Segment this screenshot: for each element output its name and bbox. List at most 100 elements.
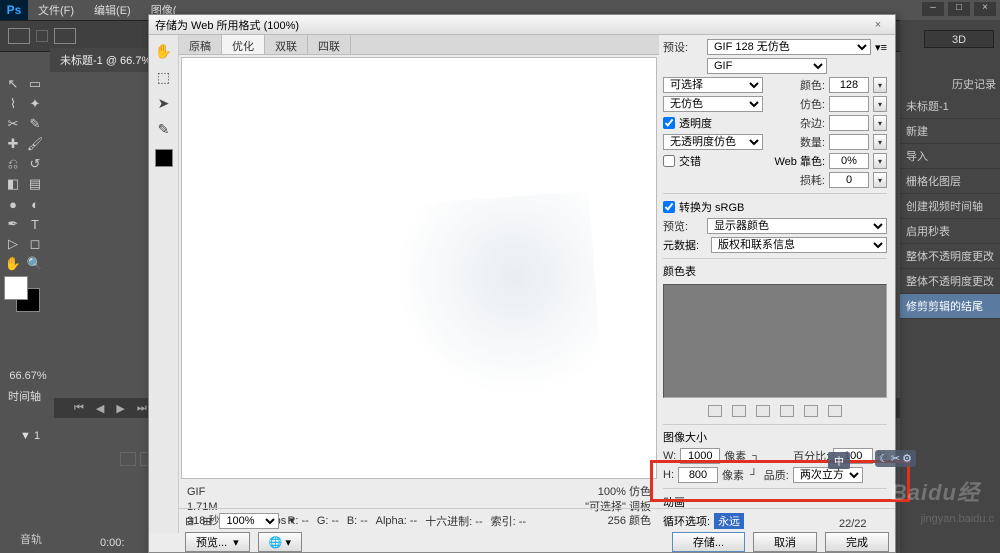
save-button[interactable]: 存储...: [672, 532, 745, 552]
history-item[interactable]: 栅格化图层: [900, 169, 1000, 194]
shape-tool[interactable]: ◻: [24, 234, 46, 254]
color-table[interactable]: [663, 284, 887, 397]
matte-dd-icon[interactable]: ▾: [873, 115, 887, 131]
srgb-checkbox[interactable]: [663, 201, 675, 213]
colors-input[interactable]: [829, 77, 869, 93]
tab-2up[interactable]: 双联: [265, 35, 308, 54]
marquee-tool[interactable]: ▭: [24, 74, 46, 94]
zoom-out-icon[interactable]: ⊟: [185, 515, 194, 528]
colors-stepper-icon[interactable]: ▾: [873, 77, 887, 93]
tl-play-icon[interactable]: ▶: [116, 402, 124, 415]
preset-menu-icon[interactable]: ▾≡: [875, 41, 887, 54]
lasso-tool[interactable]: ⌇: [2, 94, 24, 114]
eyedropper-tool[interactable]: ✎: [24, 114, 46, 134]
scissors-tray-icon[interactable]: ✂: [891, 452, 900, 465]
cancel-button[interactable]: 取消: [753, 532, 817, 552]
metadata-select[interactable]: 版权和联系信息: [711, 237, 887, 253]
tab-original[interactable]: 原稿: [179, 35, 222, 54]
done-button[interactable]: 完成: [825, 532, 889, 552]
websnap-stepper-icon[interactable]: ▾: [873, 153, 887, 169]
history-item-selected[interactable]: 修剪剪辑的结尾: [900, 294, 1000, 319]
dialog-titlebar[interactable]: 存储为 Web 所用格式 (100%) ×: [149, 15, 895, 35]
ct-trash-icon[interactable]: [828, 405, 842, 417]
history-brush-tool[interactable]: ↺: [24, 154, 46, 174]
blur-tool[interactable]: ●: [2, 194, 24, 214]
format-select[interactable]: GIF: [707, 58, 827, 74]
quality-select[interactable]: 两次立方: [793, 467, 863, 483]
history-item[interactable]: 整体不透明度更改: [900, 244, 1000, 269]
lossy-stepper-icon[interactable]: ▾: [873, 172, 887, 188]
menu-file[interactable]: 文件(F): [28, 2, 84, 18]
preset-select[interactable]: GIF 128 无仿色: [707, 39, 871, 55]
ct-icon[interactable]: [756, 405, 770, 417]
amount-stepper-icon[interactable]: ▾: [873, 134, 887, 150]
interlace-checkbox[interactable]: [663, 155, 675, 167]
tl-prev-icon[interactable]: ◀: [96, 402, 104, 415]
close-button[interactable]: ×: [974, 2, 996, 16]
3d-button[interactable]: 3D: [924, 30, 994, 48]
zoom-tool[interactable]: 🔍: [24, 254, 46, 274]
dither-stepper-icon[interactable]: ▾: [873, 96, 887, 112]
history-item[interactable]: 新建: [900, 119, 1000, 144]
move-tool[interactable]: ↖: [2, 74, 24, 94]
zoom-tool-icon[interactable]: ➤: [154, 93, 174, 113]
eraser-tool[interactable]: ◧: [2, 174, 24, 194]
heal-tool[interactable]: ✚: [2, 134, 24, 154]
ct-icon[interactable]: [708, 405, 722, 417]
preview-button[interactable]: 预览...▾: [185, 532, 250, 552]
history-item[interactable]: 导入: [900, 144, 1000, 169]
ct-icon[interactable]: [804, 405, 818, 417]
tool-preset-icon[interactable]: [8, 28, 30, 44]
timeline-frame-item[interactable]: ▼ 1: [20, 430, 40, 442]
zoom-in-icon[interactable]: ⊞: [202, 515, 211, 528]
preview-canvas[interactable]: [181, 57, 657, 479]
ct-icon[interactable]: [732, 405, 746, 417]
browser-preview-icon[interactable]: 🌐 ▾: [258, 532, 302, 552]
wand-tool[interactable]: ✦: [24, 94, 46, 114]
maximize-button[interactable]: □: [948, 2, 970, 16]
history-item[interactable]: 未标题-1: [900, 94, 1000, 119]
websnap-input[interactable]: [829, 153, 869, 169]
tab-4up[interactable]: 四联: [308, 35, 351, 54]
moon-icon[interactable]: ☾: [879, 452, 889, 465]
pen-tool[interactable]: ✒: [2, 214, 24, 234]
gradient-tool[interactable]: ▤: [24, 174, 46, 194]
dodge-tool[interactable]: ◐: [24, 194, 46, 214]
tl-next-icon[interactable]: ⏭: [137, 402, 147, 415]
hand-tool[interactable]: ✋: [2, 254, 24, 274]
transparency-checkbox[interactable]: [663, 117, 675, 129]
path-tool[interactable]: ▷: [2, 234, 24, 254]
tool-preset-dropdown[interactable]: [36, 30, 48, 42]
history-item[interactable]: 整体不透明度更改: [900, 269, 1000, 294]
height-input[interactable]: [678, 467, 718, 483]
width-input[interactable]: [680, 448, 720, 464]
fg-color-swatch[interactable]: [4, 276, 28, 300]
color-swatches[interactable]: [4, 276, 44, 316]
dither-select[interactable]: 无仿色: [663, 96, 763, 112]
marquee-option-icon[interactable]: [54, 28, 76, 44]
minimize-button[interactable]: –: [922, 2, 944, 16]
tab-optimized[interactable]: 优化: [222, 35, 265, 54]
tl-op-icon[interactable]: [120, 452, 136, 466]
type-tool[interactable]: T: [24, 214, 46, 234]
crop-tool[interactable]: ✂: [2, 114, 24, 134]
preview-mode-select[interactable]: 显示器颜色: [707, 218, 887, 234]
ct-icon[interactable]: [780, 405, 794, 417]
ime-indicator[interactable]: 中: [828, 452, 850, 469]
stamp-tool[interactable]: ⎌: [2, 154, 24, 174]
dialog-close-icon[interactable]: ×: [867, 19, 889, 31]
trans-dither-select[interactable]: 无透明度仿色: [663, 134, 763, 150]
document-tab[interactable]: 未标题-1 @ 66.7%: [50, 48, 161, 72]
history-item[interactable]: 启用秒表: [900, 219, 1000, 244]
menu-edit[interactable]: 编辑(E): [84, 2, 141, 18]
eyedropper-tool-icon[interactable]: ✎: [154, 119, 174, 139]
reduction-select[interactable]: 可选择: [663, 77, 763, 93]
slice-tool-icon[interactable]: ⬚: [154, 67, 174, 87]
brush-tool[interactable]: 🖌: [24, 134, 46, 154]
lossy-input[interactable]: [829, 172, 869, 188]
hand-tool-icon[interactable]: ✋: [154, 41, 174, 61]
tl-first-icon[interactable]: ⏮: [74, 402, 84, 415]
history-item[interactable]: 创建视频时间轴: [900, 194, 1000, 219]
zoom-select[interactable]: 100%: [219, 513, 279, 529]
gear-tray-icon[interactable]: ⚙: [902, 452, 912, 465]
